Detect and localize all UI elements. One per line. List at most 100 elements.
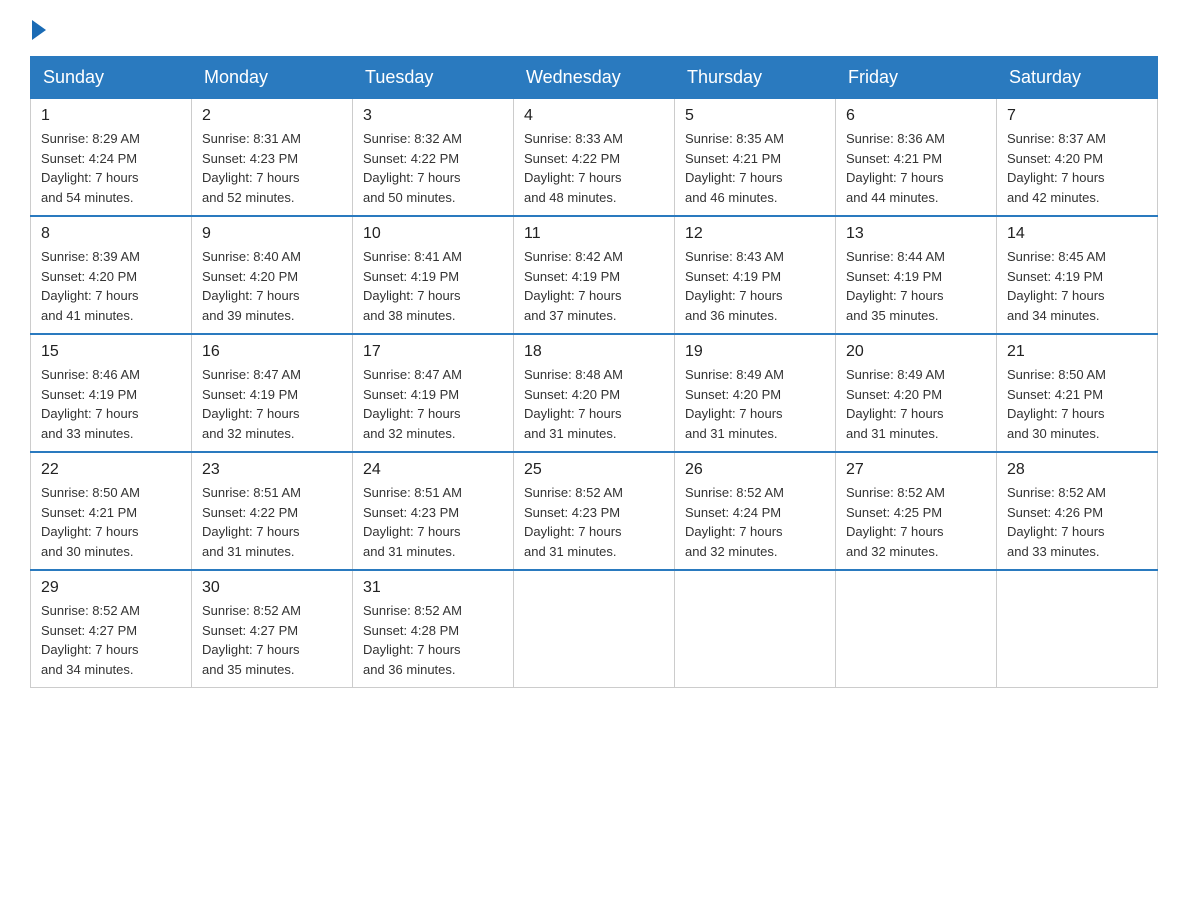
day-number: 27 [846, 461, 986, 479]
calendar-cell: 13 Sunrise: 8:44 AMSunset: 4:19 PMDayligh… [836, 216, 997, 334]
day-number: 31 [363, 579, 503, 597]
calendar-cell: 5 Sunrise: 8:35 AMSunset: 4:21 PMDaylight… [675, 99, 836, 217]
day-info: Sunrise: 8:44 AMSunset: 4:19 PMDaylight:… [846, 247, 986, 325]
calendar-cell: 10Sunrise: 8:41 AMSunset: 4:19 PMDayligh… [353, 216, 514, 334]
day-info: Sunrise: 8:51 AMSunset: 4:23 PMDaylight:… [363, 483, 503, 561]
day-info: Sunrise: 8:33 AMSunset: 4:22 PMDaylight:… [524, 129, 664, 207]
calendar-cell: 12 Sunrise: 8:43 AMSunset: 4:19 PMDayligh… [675, 216, 836, 334]
header-wednesday: Wednesday [514, 57, 675, 99]
calendar-cell: 24 Sunrise: 8:51 AMSunset: 4:23 PMDayligh… [353, 452, 514, 570]
day-number: 18 [524, 343, 664, 361]
day-info: Sunrise: 8:31 AMSunset: 4:23 PMDaylight:… [202, 129, 342, 207]
day-info: Sunrise: 8:29 AMSunset: 4:24 PMDaylight:… [41, 129, 181, 207]
day-number: 13 [846, 225, 986, 243]
day-number: 30 [202, 579, 342, 597]
day-number: 11 [524, 225, 664, 243]
calendar-header-row: SundayMondayTuesdayWednesdayThursdayFrid… [31, 57, 1158, 99]
calendar-cell: 4 Sunrise: 8:33 AMSunset: 4:22 PMDaylight… [514, 99, 675, 217]
day-number: 28 [1007, 461, 1147, 479]
day-info: Sunrise: 8:47 AMSunset: 4:19 PMDaylight:… [202, 365, 342, 443]
day-number: 19 [685, 343, 825, 361]
day-info: Sunrise: 8:47 AMSunset: 4:19 PMDaylight:… [363, 365, 503, 443]
calendar-cell: 14 Sunrise: 8:45 AMSunset: 4:19 PMDayligh… [997, 216, 1158, 334]
calendar-cell [514, 570, 675, 688]
day-info: Sunrise: 8:32 AMSunset: 4:22 PMDaylight:… [363, 129, 503, 207]
day-info: Sunrise: 8:52 AMSunset: 4:27 PMDaylight:… [202, 601, 342, 679]
day-info: Sunrise: 8:52 AMSunset: 4:27 PMDaylight:… [41, 601, 181, 679]
day-info: Sunrise: 8:50 AMSunset: 4:21 PMDaylight:… [1007, 365, 1147, 443]
day-info: Sunrise: 8:46 AMSunset: 4:19 PMDaylight:… [41, 365, 181, 443]
day-number: 21 [1007, 343, 1147, 361]
calendar-cell: 29 Sunrise: 8:52 AMSunset: 4:27 PMDayligh… [31, 570, 192, 688]
header-friday: Friday [836, 57, 997, 99]
logo [30, 20, 48, 36]
calendar-cell: 19 Sunrise: 8:49 AMSunset: 4:20 PMDayligh… [675, 334, 836, 452]
day-info: Sunrise: 8:40 AMSunset: 4:20 PMDaylight:… [202, 247, 342, 325]
day-info: Sunrise: 8:35 AMSunset: 4:21 PMDaylight:… [685, 129, 825, 207]
calendar-cell: 9 Sunrise: 8:40 AMSunset: 4:20 PMDaylight… [192, 216, 353, 334]
day-number: 4 [524, 107, 664, 125]
calendar-cell [836, 570, 997, 688]
page-header [30, 20, 1158, 36]
day-number: 23 [202, 461, 342, 479]
calendar-cell: 1 Sunrise: 8:29 AMSunset: 4:24 PMDaylight… [31, 99, 192, 217]
calendar-cell: 26Sunrise: 8:52 AMSunset: 4:24 PMDayligh… [675, 452, 836, 570]
day-info: Sunrise: 8:52 AMSunset: 4:23 PMDaylight:… [524, 483, 664, 561]
day-number: 5 [685, 107, 825, 125]
day-number: 22 [41, 461, 181, 479]
day-info: Sunrise: 8:42 AMSunset: 4:19 PMDaylight:… [524, 247, 664, 325]
day-info: Sunrise: 8:45 AMSunset: 4:19 PMDaylight:… [1007, 247, 1147, 325]
calendar-week-row: 15Sunrise: 8:46 AMSunset: 4:19 PMDayligh… [31, 334, 1158, 452]
calendar-cell: 3 Sunrise: 8:32 AMSunset: 4:22 PMDaylight… [353, 99, 514, 217]
logo-text [30, 20, 48, 40]
logo-arrow-icon [32, 20, 46, 40]
header-monday: Monday [192, 57, 353, 99]
day-info: Sunrise: 8:49 AMSunset: 4:20 PMDaylight:… [846, 365, 986, 443]
calendar-cell: 15Sunrise: 8:46 AMSunset: 4:19 PMDayligh… [31, 334, 192, 452]
day-number: 16 [202, 343, 342, 361]
day-number: 24 [363, 461, 503, 479]
day-number: 25 [524, 461, 664, 479]
calendar-week-row: 22 Sunrise: 8:50 AMSunset: 4:21 PMDayligh… [31, 452, 1158, 570]
calendar-cell: 20 Sunrise: 8:49 AMSunset: 4:20 PMDayligh… [836, 334, 997, 452]
day-number: 9 [202, 225, 342, 243]
day-info: Sunrise: 8:39 AMSunset: 4:20 PMDaylight:… [41, 247, 181, 325]
calendar-cell: 17 Sunrise: 8:47 AMSunset: 4:19 PMDayligh… [353, 334, 514, 452]
calendar-cell: 6 Sunrise: 8:36 AMSunset: 4:21 PMDaylight… [836, 99, 997, 217]
calendar-cell: 18 Sunrise: 8:48 AMSunset: 4:20 PMDayligh… [514, 334, 675, 452]
day-number: 8 [41, 225, 181, 243]
day-info: Sunrise: 8:43 AMSunset: 4:19 PMDaylight:… [685, 247, 825, 325]
day-number: 12 [685, 225, 825, 243]
day-number: 14 [1007, 225, 1147, 243]
calendar-week-row: 29 Sunrise: 8:52 AMSunset: 4:27 PMDayligh… [31, 570, 1158, 688]
calendar-cell: 2Sunrise: 8:31 AMSunset: 4:23 PMDaylight… [192, 99, 353, 217]
day-info: Sunrise: 8:52 AMSunset: 4:25 PMDaylight:… [846, 483, 986, 561]
calendar-week-row: 8 Sunrise: 8:39 AMSunset: 4:20 PMDaylight… [31, 216, 1158, 334]
day-number: 20 [846, 343, 986, 361]
day-number: 17 [363, 343, 503, 361]
day-number: 6 [846, 107, 986, 125]
day-info: Sunrise: 8:36 AMSunset: 4:21 PMDaylight:… [846, 129, 986, 207]
day-number: 29 [41, 579, 181, 597]
day-info: Sunrise: 8:52 AMSunset: 4:28 PMDaylight:… [363, 601, 503, 679]
day-number: 7 [1007, 107, 1147, 125]
calendar-cell: 7 Sunrise: 8:37 AMSunset: 4:20 PMDaylight… [997, 99, 1158, 217]
calendar-cell: 25 Sunrise: 8:52 AMSunset: 4:23 PMDayligh… [514, 452, 675, 570]
calendar-cell: 27 Sunrise: 8:52 AMSunset: 4:25 PMDayligh… [836, 452, 997, 570]
header-saturday: Saturday [997, 57, 1158, 99]
day-info: Sunrise: 8:37 AMSunset: 4:20 PMDaylight:… [1007, 129, 1147, 207]
day-info: Sunrise: 8:49 AMSunset: 4:20 PMDaylight:… [685, 365, 825, 443]
header-thursday: Thursday [675, 57, 836, 99]
calendar-cell: 16 Sunrise: 8:47 AMSunset: 4:19 PMDayligh… [192, 334, 353, 452]
calendar-table: SundayMondayTuesdayWednesdayThursdayFrid… [30, 56, 1158, 688]
header-tuesday: Tuesday [353, 57, 514, 99]
calendar-cell: 8 Sunrise: 8:39 AMSunset: 4:20 PMDaylight… [31, 216, 192, 334]
day-number: 3 [363, 107, 503, 125]
day-info: Sunrise: 8:48 AMSunset: 4:20 PMDaylight:… [524, 365, 664, 443]
calendar-week-row: 1 Sunrise: 8:29 AMSunset: 4:24 PMDaylight… [31, 99, 1158, 217]
header-sunday: Sunday [31, 57, 192, 99]
day-number: 1 [41, 107, 181, 125]
calendar-cell [675, 570, 836, 688]
day-info: Sunrise: 8:41 AMSunset: 4:19 PMDaylight:… [363, 247, 503, 325]
day-info: Sunrise: 8:50 AMSunset: 4:21 PMDaylight:… [41, 483, 181, 561]
